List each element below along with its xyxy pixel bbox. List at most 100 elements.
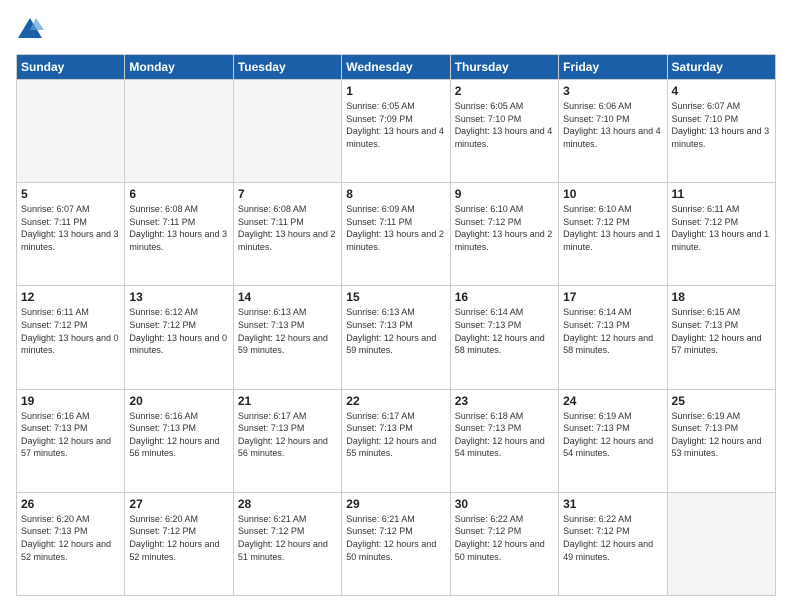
cell-info: Sunrise: 6:15 AM Sunset: 7:13 PM Dayligh… — [672, 306, 771, 356]
cell-info: Sunrise: 6:08 AM Sunset: 7:11 PM Dayligh… — [129, 203, 228, 253]
calendar-cell: 7 Sunrise: 6:08 AM Sunset: 7:11 PM Daylig… — [233, 183, 341, 286]
calendar-cell: 24 Sunrise: 6:19 AM Sunset: 7:13 PM Dayli… — [559, 389, 667, 492]
calendar-cell: 31 Sunrise: 6:22 AM Sunset: 7:12 PM Dayli… — [559, 492, 667, 595]
day-number: 27 — [129, 497, 228, 511]
day-number: 23 — [455, 394, 554, 408]
day-number: 4 — [672, 84, 771, 98]
weekday-header-saturday: Saturday — [667, 55, 775, 80]
day-number: 9 — [455, 187, 554, 201]
day-number: 3 — [563, 84, 662, 98]
calendar-cell: 19 Sunrise: 6:16 AM Sunset: 7:13 PM Dayli… — [17, 389, 125, 492]
day-number: 12 — [21, 290, 120, 304]
day-number: 31 — [563, 497, 662, 511]
day-number: 10 — [563, 187, 662, 201]
day-number: 6 — [129, 187, 228, 201]
calendar-cell: 21 Sunrise: 6:17 AM Sunset: 7:13 PM Dayli… — [233, 389, 341, 492]
calendar-cell: 6 Sunrise: 6:08 AM Sunset: 7:11 PM Daylig… — [125, 183, 233, 286]
cell-info: Sunrise: 6:16 AM Sunset: 7:13 PM Dayligh… — [21, 410, 120, 460]
cell-info: Sunrise: 6:11 AM Sunset: 7:12 PM Dayligh… — [672, 203, 771, 253]
day-number: 17 — [563, 290, 662, 304]
calendar-cell: 23 Sunrise: 6:18 AM Sunset: 7:13 PM Dayli… — [450, 389, 558, 492]
calendar-cell: 30 Sunrise: 6:22 AM Sunset: 7:12 PM Dayli… — [450, 492, 558, 595]
day-number: 21 — [238, 394, 337, 408]
cell-info: Sunrise: 6:22 AM Sunset: 7:12 PM Dayligh… — [455, 513, 554, 563]
day-number: 8 — [346, 187, 445, 201]
weekday-header-thursday: Thursday — [450, 55, 558, 80]
calendar-cell — [17, 80, 125, 183]
cell-info: Sunrise: 6:13 AM Sunset: 7:13 PM Dayligh… — [238, 306, 337, 356]
cell-info: Sunrise: 6:07 AM Sunset: 7:10 PM Dayligh… — [672, 100, 771, 150]
calendar-cell: 18 Sunrise: 6:15 AM Sunset: 7:13 PM Dayli… — [667, 286, 775, 389]
calendar-table: SundayMondayTuesdayWednesdayThursdayFrid… — [16, 54, 776, 596]
cell-info: Sunrise: 6:16 AM Sunset: 7:13 PM Dayligh… — [129, 410, 228, 460]
calendar-cell — [125, 80, 233, 183]
calendar-cell: 20 Sunrise: 6:16 AM Sunset: 7:13 PM Dayli… — [125, 389, 233, 492]
logo-icon — [16, 16, 44, 44]
calendar-cell: 17 Sunrise: 6:14 AM Sunset: 7:13 PM Dayli… — [559, 286, 667, 389]
calendar-cell: 29Sunrise: 6:21 AM Sunset: 7:12 PM Dayli… — [342, 492, 450, 595]
cell-info: Sunrise: 6:18 AM Sunset: 7:13 PM Dayligh… — [455, 410, 554, 460]
cell-info: Sunrise: 6:08 AM Sunset: 7:11 PM Dayligh… — [238, 203, 337, 253]
weekday-header-sunday: Sunday — [17, 55, 125, 80]
calendar-cell: 11Sunrise: 6:11 AM Sunset: 7:12 PM Dayli… — [667, 183, 775, 286]
week-row-5: 26Sunrise: 6:20 AM Sunset: 7:13 PM Dayli… — [17, 492, 776, 595]
cell-info: Sunrise: 6:21 AM Sunset: 7:12 PM Dayligh… — [346, 513, 445, 563]
cell-info: Sunrise: 6:21 AM Sunset: 7:12 PM Dayligh… — [238, 513, 337, 563]
cell-info: Sunrise: 6:11 AM Sunset: 7:12 PM Dayligh… — [21, 306, 120, 356]
calendar-cell: 5Sunrise: 6:07 AM Sunset: 7:11 PM Daylig… — [17, 183, 125, 286]
day-number: 13 — [129, 290, 228, 304]
cell-info: Sunrise: 6:13 AM Sunset: 7:13 PM Dayligh… — [346, 306, 445, 356]
calendar-cell: 25 Sunrise: 6:19 AM Sunset: 7:13 PM Dayli… — [667, 389, 775, 492]
day-number: 24 — [563, 394, 662, 408]
cell-info: Sunrise: 6:19 AM Sunset: 7:13 PM Dayligh… — [672, 410, 771, 460]
cell-info: Sunrise: 6:20 AM Sunset: 7:13 PM Dayligh… — [21, 513, 120, 563]
calendar-cell: 22 Sunrise: 6:17 AM Sunset: 7:13 PM Dayli… — [342, 389, 450, 492]
calendar-cell: 4 Sunrise: 6:07 AM Sunset: 7:10 PM Daylig… — [667, 80, 775, 183]
day-number: 19 — [21, 394, 120, 408]
day-number: 20 — [129, 394, 228, 408]
day-number: 30 — [455, 497, 554, 511]
cell-info: Sunrise: 6:17 AM Sunset: 7:13 PM Dayligh… — [346, 410, 445, 460]
weekday-header-row: SundayMondayTuesdayWednesdayThursdayFrid… — [17, 55, 776, 80]
day-number: 22 — [346, 394, 445, 408]
day-number: 7 — [238, 187, 337, 201]
header — [16, 16, 776, 44]
cell-info: Sunrise: 6:09 AM Sunset: 7:11 PM Dayligh… — [346, 203, 445, 253]
calendar-cell: 8 Sunrise: 6:09 AM Sunset: 7:11 PM Daylig… — [342, 183, 450, 286]
calendar-cell: 10 Sunrise: 6:10 AM Sunset: 7:12 PM Dayli… — [559, 183, 667, 286]
cell-info: Sunrise: 6:05 AM Sunset: 7:09 PM Dayligh… — [346, 100, 445, 150]
day-number: 16 — [455, 290, 554, 304]
logo — [16, 16, 48, 44]
day-number: 25 — [672, 394, 771, 408]
cell-info: Sunrise: 6:17 AM Sunset: 7:13 PM Dayligh… — [238, 410, 337, 460]
cell-info: Sunrise: 6:19 AM Sunset: 7:13 PM Dayligh… — [563, 410, 662, 460]
cell-info: Sunrise: 6:20 AM Sunset: 7:12 PM Dayligh… — [129, 513, 228, 563]
calendar-cell: 3 Sunrise: 6:06 AM Sunset: 7:10 PM Daylig… — [559, 80, 667, 183]
day-number: 1 — [346, 84, 445, 98]
cell-info: Sunrise: 6:05 AM Sunset: 7:10 PM Dayligh… — [455, 100, 554, 150]
calendar-cell: 14Sunrise: 6:13 AM Sunset: 7:13 PM Dayli… — [233, 286, 341, 389]
week-row-3: 12 Sunrise: 6:11 AM Sunset: 7:12 PM Dayli… — [17, 286, 776, 389]
cell-info: Sunrise: 6:07 AM Sunset: 7:11 PM Dayligh… — [21, 203, 120, 253]
cell-info: Sunrise: 6:14 AM Sunset: 7:13 PM Dayligh… — [455, 306, 554, 356]
week-row-1: 1 Sunrise: 6:05 AM Sunset: 7:09 PM Daylig… — [17, 80, 776, 183]
calendar-cell: 16 Sunrise: 6:14 AM Sunset: 7:13 PM Dayli… — [450, 286, 558, 389]
calendar-cell: 26Sunrise: 6:20 AM Sunset: 7:13 PM Dayli… — [17, 492, 125, 595]
calendar-cell — [233, 80, 341, 183]
calendar-cell: 12 Sunrise: 6:11 AM Sunset: 7:12 PM Dayli… — [17, 286, 125, 389]
day-number: 15 — [346, 290, 445, 304]
day-number: 28 — [238, 497, 337, 511]
calendar-cell — [667, 492, 775, 595]
weekday-header-tuesday: Tuesday — [233, 55, 341, 80]
day-number: 18 — [672, 290, 771, 304]
calendar-cell: 9Sunrise: 6:10 AM Sunset: 7:12 PM Daylig… — [450, 183, 558, 286]
week-row-2: 5Sunrise: 6:07 AM Sunset: 7:11 PM Daylig… — [17, 183, 776, 286]
weekday-header-wednesday: Wednesday — [342, 55, 450, 80]
cell-info: Sunrise: 6:22 AM Sunset: 7:12 PM Dayligh… — [563, 513, 662, 563]
calendar-cell: 27 Sunrise: 6:20 AM Sunset: 7:12 PM Dayli… — [125, 492, 233, 595]
cell-info: Sunrise: 6:06 AM Sunset: 7:10 PM Dayligh… — [563, 100, 662, 150]
page: SundayMondayTuesdayWednesdayThursdayFrid… — [0, 0, 792, 612]
cell-info: Sunrise: 6:10 AM Sunset: 7:12 PM Dayligh… — [563, 203, 662, 253]
calendar-cell: 13Sunrise: 6:12 AM Sunset: 7:12 PM Dayli… — [125, 286, 233, 389]
cell-info: Sunrise: 6:14 AM Sunset: 7:13 PM Dayligh… — [563, 306, 662, 356]
